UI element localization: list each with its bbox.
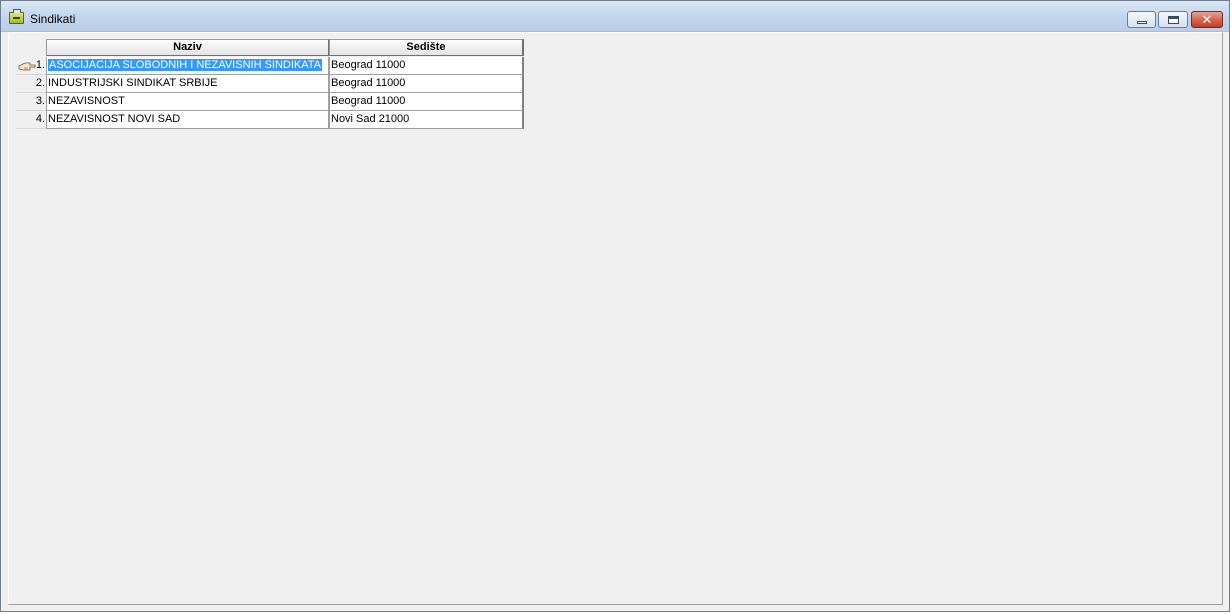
pointing-hand-icon	[18, 62, 36, 71]
cell-naziv[interactable]: INDUSTRIJSKI SINDIKAT SRBIJE	[46, 75, 329, 93]
cell-sediste[interactable]: Beograd 11000	[329, 57, 524, 75]
table-row[interactable]: 1. ASOCIJACIJA SLOBODNIH I NEZAVISNIH SI…	[16, 57, 524, 75]
maximize-icon	[1168, 16, 1179, 24]
column-header-sediste[interactable]: Sedište	[329, 39, 524, 56]
grid-corner	[16, 39, 46, 56]
close-button[interactable]: ✕	[1191, 11, 1223, 28]
cell-sediste[interactable]: Novi Sad 21000	[329, 111, 524, 129]
table-row[interactable]: 4. NEZAVISNOST NOVI SAD Novi Sad 21000	[16, 111, 524, 129]
cell-naziv[interactable]: ASOCIJACIJA SLOBODNIH I NEZAVISNIH SINDI…	[46, 57, 329, 75]
cell-naziv[interactable]: NEZAVISNOST NOVI SAD	[46, 111, 329, 129]
table-row[interactable]: 3. NEZAVISNOST Beograd 11000	[16, 93, 524, 111]
row-number[interactable]: 4.	[16, 111, 46, 129]
close-icon: ✕	[1201, 12, 1213, 27]
cell-sediste[interactable]: Beograd 11000	[329, 75, 524, 93]
table-row[interactable]: 2. INDUSTRIJSKI SINDIKAT SRBIJE Beograd …	[16, 75, 524, 93]
briefcase-icon[interactable]	[9, 9, 24, 24]
column-header-naziv[interactable]: Naziv	[46, 39, 329, 56]
title-bar[interactable]: Sindikati ✕	[1, 1, 1229, 32]
maximize-button[interactable]	[1158, 11, 1188, 28]
app-window: Sindikati ✕ Naziv Sedište 1. ASOCIJACIJA…	[0, 0, 1230, 612]
window-content: Naziv Sedište 1. ASOCIJACIJA SLOBODNIH I…	[8, 32, 1223, 605]
window-title: Sindikati	[30, 12, 76, 26]
row-number[interactable]: 1.	[16, 57, 46, 75]
cell-sediste[interactable]: Beograd 11000	[329, 93, 524, 111]
row-number[interactable]: 2.	[16, 75, 46, 93]
row-number[interactable]: 3.	[16, 93, 46, 111]
minimize-button[interactable]	[1127, 11, 1156, 28]
cell-naziv[interactable]: NEZAVISNOST	[46, 93, 329, 111]
row-number-label: 1.	[35, 59, 45, 71]
minimize-icon	[1137, 21, 1147, 24]
cell-naziv-text: ASOCIJACIJA SLOBODNIH I NEZAVISNIH SINDI…	[48, 59, 322, 71]
